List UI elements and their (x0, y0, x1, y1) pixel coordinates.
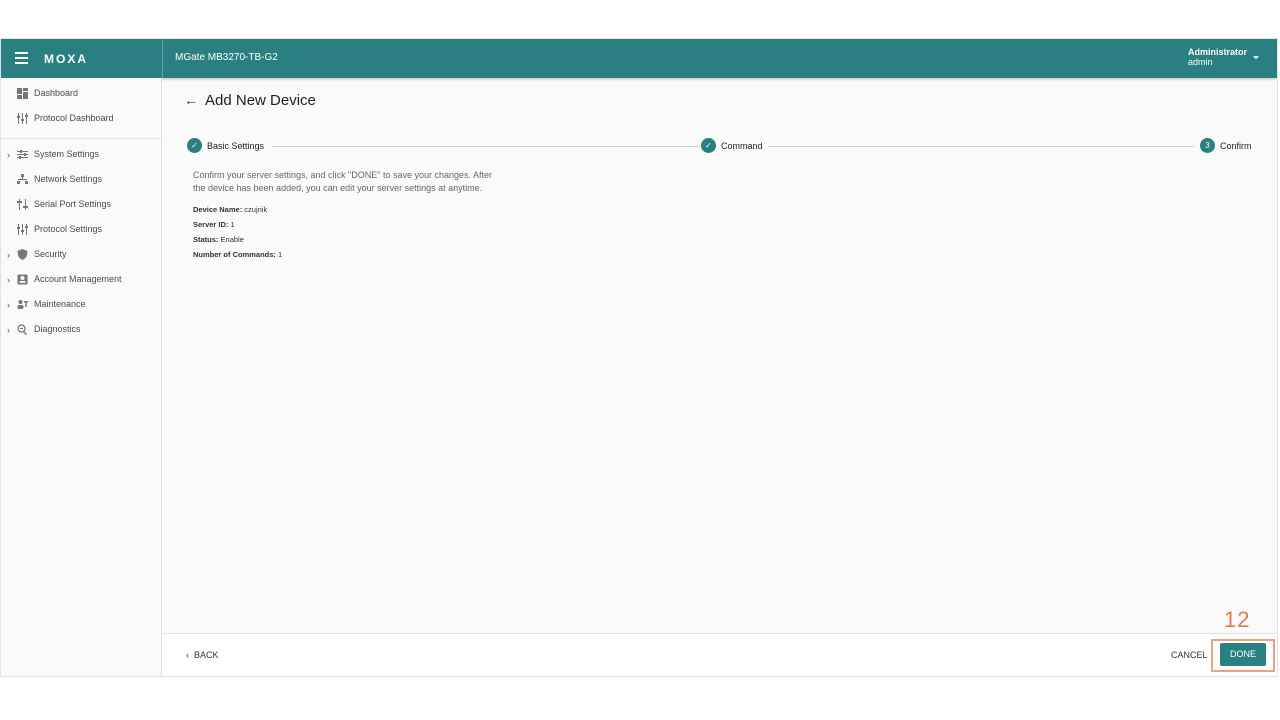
stepper-connector (272, 146, 700, 147)
sidebar-item-protocol-dashboard[interactable]: Protocol Dashboard (1, 108, 161, 130)
chevron-right-icon: › (7, 150, 10, 160)
sidebar-item-label: System Settings (34, 149, 100, 159)
top-divider (162, 39, 163, 78)
back-button[interactable]: ‹ BACK (186, 650, 219, 660)
protocol-dashboard-icon (17, 113, 28, 124)
sidebar-item-maintenance[interactable]: › Maintenance (1, 294, 161, 316)
sidebar-item-system-settings[interactable]: › System Settings (1, 144, 161, 166)
sidebar-item-label: Security (34, 249, 67, 259)
sidebar: Dashboard Protocol Dashboard › System Se… (1, 78, 162, 676)
sidebar-item-label: Serial Port Settings (34, 199, 112, 209)
cancel-button[interactable]: CANCEL (1171, 650, 1208, 660)
diagnostics-icon (17, 324, 28, 335)
sidebar-item-network-settings[interactable]: Network Settings (1, 169, 161, 191)
sidebar-item-security[interactable]: › Security (1, 244, 161, 266)
step-complete-check-icon: ✓ (701, 138, 716, 153)
serial-port-icon (17, 199, 28, 210)
sidebar-item-label: Protocol Settings (34, 224, 103, 234)
hamburger-menu-icon[interactable] (15, 52, 29, 64)
step-number-badge: 3 (1200, 138, 1215, 153)
footer-bar: ‹ BACK CANCEL DONE (162, 633, 1277, 676)
sliders-icon (17, 150, 28, 159)
info-value: 1 (230, 220, 235, 229)
dashboard-icon (17, 88, 28, 99)
info-status: Status: Enable (193, 235, 244, 244)
info-key: Server ID: (193, 220, 229, 229)
info-number-of-commands: Number of Commands: 1 (193, 250, 282, 259)
shield-icon (17, 249, 28, 260)
info-value: Enable (220, 235, 244, 244)
maintenance-icon (17, 300, 28, 309)
sidebar-item-protocol-settings[interactable]: Protocol Settings (1, 219, 161, 241)
sidebar-item-label: Account Management (34, 274, 122, 284)
account-icon (17, 274, 28, 285)
annotation-number: 12 (1224, 607, 1251, 632)
sidebar-item-label: Protocol Dashboard (34, 113, 114, 123)
back-button-label: BACK (194, 650, 219, 660)
sidebar-item-label: Network Settings (34, 174, 103, 184)
info-value: 1 (278, 250, 283, 259)
network-icon (17, 174, 28, 184)
svg-text:MOXA: MOXA (44, 52, 88, 66)
step-label-confirm: Confirm (1220, 141, 1252, 151)
sidebar-item-diagnostics[interactable]: › Diagnostics (1, 319, 161, 341)
step-label-command: Command (721, 141, 763, 151)
sidebar-item-label: Dashboard (34, 88, 79, 98)
app-window: MOXA MGate MB3270-TB-G2 Administrator ad… (0, 38, 1278, 677)
sidebar-item-dashboard[interactable]: Dashboard (1, 83, 161, 105)
sidebar-item-serial-port-settings[interactable]: Serial Port Settings (1, 194, 161, 216)
sidebar-divider (1, 138, 161, 139)
info-key: Number of Commands: (193, 250, 276, 259)
info-device-name: Device Name: czujnik (193, 205, 267, 214)
annotation-highlight-box (1211, 639, 1275, 672)
sidebar-item-account-management[interactable]: › Account Management (1, 269, 161, 291)
caret-down-icon[interactable] (1253, 56, 1259, 59)
chevron-right-icon: › (7, 275, 10, 285)
chevron-right-icon: › (7, 250, 10, 260)
user-name: admin (1187, 57, 1213, 67)
main-content: ← Add New Device ✓ Basic Settings ✓ Comm… (162, 78, 1277, 633)
back-arrow-icon[interactable]: ← (184, 92, 198, 108)
protocol-settings-icon (17, 224, 28, 235)
moxa-logo: MOXA (44, 52, 88, 66)
info-value: czujnik (244, 205, 268, 214)
user-menu[interactable]: Administrator admin (1188, 47, 1247, 67)
chevron-right-icon: › (7, 300, 10, 310)
top-bar: MOXA MGate MB3270-TB-G2 Administrator ad… (1, 39, 1277, 78)
step-complete-check-icon: ✓ (187, 138, 202, 153)
stepper-connector (768, 146, 1194, 147)
sidebar-item-label: Maintenance (34, 299, 86, 309)
info-server-id: Server ID: 1 (193, 220, 235, 229)
page-title: Add New Device (205, 92, 316, 109)
device-title: MGate MB3270-TB-G2 (175, 52, 278, 63)
info-key: Device Name: (193, 205, 243, 214)
info-key: Status: (193, 235, 219, 244)
sidebar-item-label: Diagnostics (34, 324, 81, 334)
confirm-description: Confirm your server settings, and click … (193, 170, 493, 193)
user-role: Administrator (1187, 47, 1247, 57)
chevron-left-icon: ‹ (186, 650, 189, 660)
chevron-right-icon: › (7, 325, 10, 335)
step-label-basic-settings: Basic Settings (207, 141, 265, 151)
